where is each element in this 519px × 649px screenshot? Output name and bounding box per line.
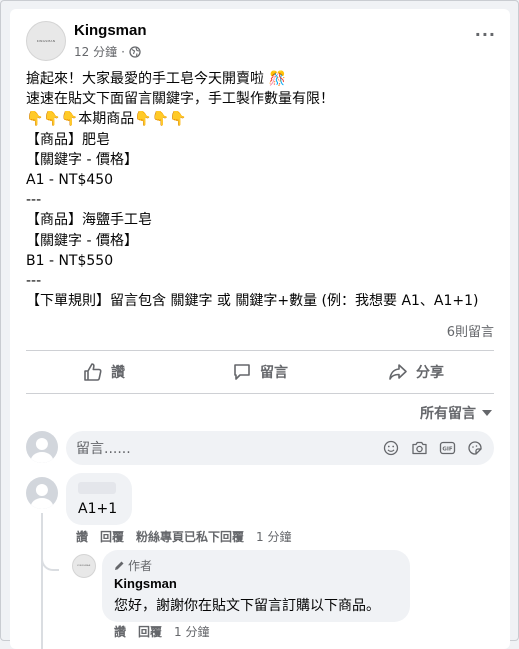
svg-text:GIF: GIF — [442, 447, 453, 453]
comment-bubble: A1+1 — [66, 473, 132, 525]
action-bar: 讚 留言 分享 — [26, 354, 494, 390]
comment-like-link[interactable]: 讚 — [76, 528, 88, 545]
private-reply-status: 粉絲專頁已私下回覆 — [136, 530, 245, 544]
thread-connector — [41, 555, 59, 571]
page-avatar[interactable]: KINGSMAN — [26, 21, 66, 61]
reply-author-name[interactable]: Kingsman — [114, 576, 177, 591]
post-line: A1 - NT$450 — [26, 172, 114, 189]
post-line: B1 - NT$550 — [26, 252, 114, 269]
avatar-logo-text: KINGSMAN — [36, 39, 56, 43]
caret-down-icon — [482, 410, 492, 416]
post-line: 【商品】海鹽手工皂 — [26, 212, 152, 229]
thumbs-up-icon — [84, 363, 102, 381]
emoji-icon[interactable] — [382, 439, 400, 457]
meta-separator: · — [121, 44, 125, 59]
post-line: 【關鍵字 - 價格】 — [26, 232, 138, 249]
divider — [26, 393, 494, 394]
post-line: 【下單規則】留言包含 關鍵字 或 關鍵字+數量 (例：我想要 A1、A1+1) — [26, 293, 479, 310]
post-line: --- — [26, 273, 42, 290]
post-card: KINGSMAN Kingsman 12 分鐘 · ··· 搶起來！大家最愛的手… — [10, 9, 510, 649]
more-options-icon[interactable]: ··· — [475, 25, 496, 44]
author-badge: 作者 — [114, 557, 152, 574]
comment-time[interactable]: 1 分鐘 — [256, 528, 291, 545]
reply-bubble: 作者 Kingsman 您好，謝謝你在貼文下留言訂購以下商品。 — [102, 550, 410, 622]
comment-label: 留言 — [260, 365, 288, 381]
reply-time[interactable]: 1 分鐘 — [174, 623, 209, 640]
post-line: --- — [26, 192, 42, 209]
comment-button[interactable]: 留言 — [182, 354, 338, 390]
gif-icon[interactable]: GIF — [438, 439, 456, 457]
post-line: 搶起來！大家最愛的手工皂今天開賣啦 🎊 — [26, 71, 286, 87]
comment-input[interactable]: 留言...... GIF — [66, 431, 494, 465]
reply-text: 您好，謝謝你在貼文下留言訂購以下商品。 — [114, 598, 380, 614]
sticker-icon[interactable] — [466, 439, 484, 457]
post-line: 👇👇👇本期商品👇👇👇 — [26, 111, 187, 128]
comment-actions: 讚 回覆 粉絲專頁已私下回覆 1 分鐘 — [76, 528, 292, 545]
author-badge-label: 作者 — [128, 559, 153, 573]
page-name-link[interactable]: Kingsman — [74, 22, 147, 39]
comment-count-link[interactable]: 6則留言 — [447, 321, 494, 340]
commenter-name-redacted — [78, 482, 116, 494]
comment-bubble-icon — [234, 364, 250, 380]
reply-like-link[interactable]: 讚 — [114, 623, 126, 640]
sort-label: 所有留言 — [420, 406, 476, 422]
camera-icon[interactable] — [410, 439, 428, 457]
like-button[interactable]: 讚 — [26, 354, 182, 390]
comment-input-placeholder: 留言...... — [76, 441, 131, 457]
share-arrow-icon — [389, 364, 407, 380]
post-time[interactable]: 12 分鐘 — [74, 43, 117, 60]
share-button[interactable]: 分享 — [338, 354, 494, 390]
comment-reply-link[interactable]: 回覆 — [100, 528, 124, 545]
input-icon-group: GIF — [382, 439, 484, 457]
post-line: 【關鍵字 - 價格】 — [26, 151, 138, 168]
reply-reply-link[interactable]: 回覆 — [138, 623, 162, 640]
divider — [26, 350, 494, 351]
commenter-avatar[interactable] — [26, 477, 58, 509]
avatar-logo-text: KINGSMAN — [77, 565, 91, 567]
current-user-avatar — [26, 431, 58, 463]
comment-sort-dropdown[interactable]: 所有留言 — [420, 403, 492, 423]
post-meta: 12 分鐘 · — [74, 43, 141, 60]
post-line: 速速在貼文下面留言關鍵字，手工製作數量有限！ — [26, 91, 334, 108]
reply-author-avatar[interactable]: KINGSMAN — [72, 554, 96, 578]
globe-icon — [129, 45, 141, 58]
like-label: 讚 — [111, 365, 125, 381]
share-label: 分享 — [416, 365, 444, 381]
page-frame: KINGSMAN Kingsman 12 分鐘 · ··· 搶起來！大家最愛的手… — [0, 0, 519, 649]
post-line: 【商品】肥皂 — [26, 131, 110, 148]
comment-text: A1+1 — [78, 501, 118, 517]
thread-line — [41, 513, 43, 649]
post-text: 搶起來！大家最愛的手工皂今天開賣啦 🎊 速速在貼文下面留言關鍵字，手工製作數量有… — [26, 69, 502, 311]
reply-actions: 讚 回覆 1 分鐘 — [114, 623, 209, 640]
pencil-icon — [115, 561, 124, 570]
